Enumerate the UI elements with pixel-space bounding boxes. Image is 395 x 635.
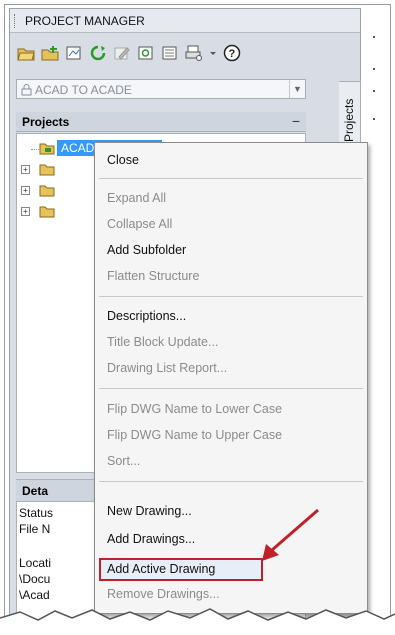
torn-edge	[0, 608, 395, 635]
screenshot-frame: PROJECT MANAGER ? ACAD TO ACADE ▼ Projec…	[0, 0, 395, 635]
